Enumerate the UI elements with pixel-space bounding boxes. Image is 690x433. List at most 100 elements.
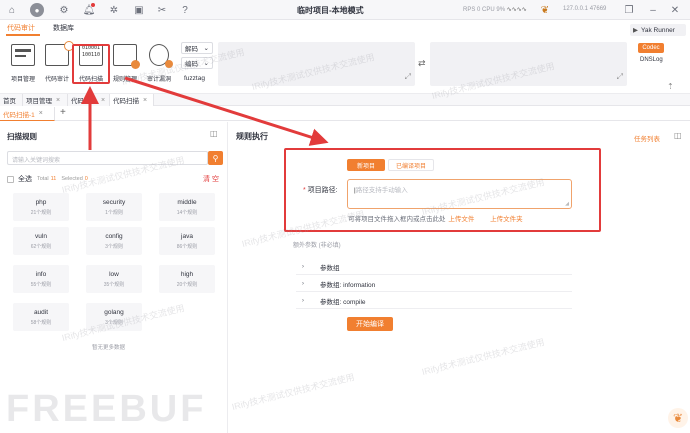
rule-count: 35个规则 <box>103 281 125 288</box>
restore-window-icon[interactable]: ❐ <box>622 3 636 17</box>
tab-code-audit[interactable]: 代码审计 × <box>68 94 110 106</box>
tool-project-manage[interactable]: 项目管理 <box>5 40 41 88</box>
encode-dropdown[interactable]: 编码 ⌄ <box>181 57 213 69</box>
code-audit-icon <box>45 41 74 66</box>
menu-tab-database[interactable]: 数据库 <box>53 23 74 33</box>
task-list-link[interactable]: 任务列表 <box>634 133 660 143</box>
param-group-row[interactable]: › 参数组 <box>296 259 572 275</box>
home-icon[interactable]: ⌂ <box>5 3 19 17</box>
tab-label: 代码审计 <box>71 98 97 105</box>
rule-name: php <box>35 198 47 206</box>
tools-icon[interactable]: ✂ <box>155 3 169 17</box>
rule-name: low <box>109 270 119 278</box>
select-all-label[interactable]: 全选 <box>18 174 32 184</box>
clear-button[interactable]: 清 空 <box>203 174 219 184</box>
decode-dropdown[interactable]: 解码 ⌄ <box>181 42 213 54</box>
rule-card-middle[interactable]: middle 14个规则 <box>159 193 215 221</box>
param-group-label: 参数组: information <box>320 281 376 289</box>
rule-count: 3个规则 <box>105 319 123 326</box>
collapse-toolbar-icon[interactable]: ⇡ <box>667 82 674 91</box>
terminal-icon[interactable]: ▣ <box>132 3 146 17</box>
fuzztag-label: fuzztag <box>184 74 205 82</box>
close-icon[interactable]: × <box>143 97 147 104</box>
menu-tab-code-audit[interactable]: 代码审计 <box>7 23 35 33</box>
user-icon[interactable]: ● <box>30 3 44 17</box>
rule-card-audit[interactable]: audit 58个规则 <box>13 303 69 331</box>
rule-card-info[interactable]: info 55个规则 <box>13 265 69 293</box>
ip-address: 127.0.0.1 <box>563 6 589 12</box>
yak-runner-button[interactable]: ▶ Yak Runner <box>630 24 686 36</box>
rule-card-java[interactable]: java 86个规则 <box>159 227 215 255</box>
page-tabs: 首页 项目管理 × 代码审计 × 代码扫描 × <box>0 94 690 106</box>
close-icon[interactable]: × <box>39 110 43 117</box>
close-icon[interactable]: × <box>101 97 105 104</box>
fuzztag-button[interactable]: fuzztag <box>181 72 213 84</box>
yak-mascot-icon[interactable]: ❦ <box>668 408 688 428</box>
tab-code-scan[interactable]: 代码扫描 × <box>110 94 154 106</box>
codec-input-area[interactable]: ⤢ <box>218 42 415 86</box>
subtab-code-scan-1[interactable]: 代码扫描-1 × <box>0 107 55 121</box>
decode-label: 解码 <box>185 46 198 53</box>
add-tab-icon[interactable]: + <box>60 107 66 118</box>
settings-icon[interactable]: ⚙ <box>57 3 71 17</box>
perf-readout: RPS 0 CPU 9% ∿∿∿∿ <box>463 7 527 13</box>
cpu-value: CPU 9% <box>482 7 506 13</box>
rule-name: golang <box>104 308 124 316</box>
rule-count: 1个规则 <box>105 209 123 216</box>
close-window-icon[interactable]: ✕ <box>668 3 682 17</box>
rules-panel: 扫描规则 ◫ 请输入关键词搜索 ⚲ 全选 Total 11 Selected 0… <box>0 122 228 433</box>
rule-card-security[interactable]: security 1个规则 <box>86 193 142 221</box>
rule-name: java <box>181 232 193 240</box>
swap-icon[interactable]: ⇄ <box>418 58 426 69</box>
help-icon[interactable]: ? <box>178 3 192 17</box>
yak-icon[interactable]: ❦ <box>538 3 552 17</box>
rule-count: 55个规则 <box>30 281 52 288</box>
rule-exec-title: 规则执行 <box>236 132 268 141</box>
rule-count: 62个规则 <box>30 243 52 250</box>
rule-card-golang[interactable]: golang 3个规则 <box>86 303 142 331</box>
codec-tab[interactable]: Codec <box>638 43 664 53</box>
project-manage-icon <box>11 44 35 66</box>
rule-count: 21个规则 <box>30 209 52 216</box>
connection-info: 127.0.0.1 47669 <box>563 6 606 12</box>
extra-params-label: 额外参数 (非必填) <box>293 243 341 249</box>
rule-name: audit <box>33 308 49 316</box>
tool-label: 代码审计 <box>44 77 69 83</box>
bug-icon[interactable]: ✲ <box>107 3 121 17</box>
rule-card-php[interactable]: php 21个规则 <box>13 193 69 221</box>
tool-code-audit[interactable]: 代码审计 <box>39 40 75 88</box>
subtab-label: 代码扫描-1 <box>3 111 35 119</box>
param-group-information[interactable]: › 参数组: information <box>296 276 572 292</box>
codec-output-area[interactable]: ⤢ <box>430 42 627 86</box>
encode-label: 编码 <box>185 61 198 68</box>
rule-card-vuln[interactable]: vuln 62个规则 <box>13 227 69 255</box>
dnslog-tab[interactable]: DNSLog <box>640 57 663 63</box>
no-more-data: 暂无更多数据 <box>92 345 126 351</box>
close-icon[interactable]: × <box>56 97 60 104</box>
rule-card-low[interactable]: low 35个规则 <box>86 265 142 293</box>
rule-search-input[interactable]: 请输入关键词搜索 <box>7 151 208 165</box>
rule-card-config[interactable]: config 3个规则 <box>86 227 142 255</box>
rule-card-high[interactable]: high 20个规则 <box>159 265 215 293</box>
chevron-right-icon: › <box>301 297 305 304</box>
total-count: 11 <box>50 176 57 182</box>
tab-home[interactable]: 首页 <box>0 94 23 106</box>
rule-name: high <box>180 270 194 278</box>
param-group-compile[interactable]: › 参数组: compile <box>296 293 572 309</box>
tool-audit-vuln[interactable]: 审计漏洞 <box>141 40 177 88</box>
rps-value: RPS 0 <box>463 7 481 13</box>
tab-project-manage[interactable]: 项目管理 × <box>23 94 68 106</box>
chevron-down-icon: ⌄ <box>203 60 209 67</box>
bell-icon[interactable]: 🔔︎ <box>82 3 96 17</box>
panel-toggle-icon[interactable]: ◫ <box>210 129 218 138</box>
select-all-checkbox[interactable] <box>7 175 14 183</box>
tool-rule-manage[interactable]: 规则管理 <box>107 40 143 88</box>
rule-count: 86个规则 <box>176 243 198 250</box>
annotation-box-path-form <box>284 148 601 232</box>
start-compile-button[interactable]: 开始编译 <box>347 317 393 331</box>
search-button[interactable]: ⚲ <box>208 151 223 165</box>
panel-toggle-icon[interactable]: ◫ <box>674 131 682 140</box>
param-group-label: 参数组: compile <box>320 298 366 306</box>
minimize-icon[interactable]: – <box>646 3 660 17</box>
tab-label: 项目管理 <box>26 98 52 105</box>
